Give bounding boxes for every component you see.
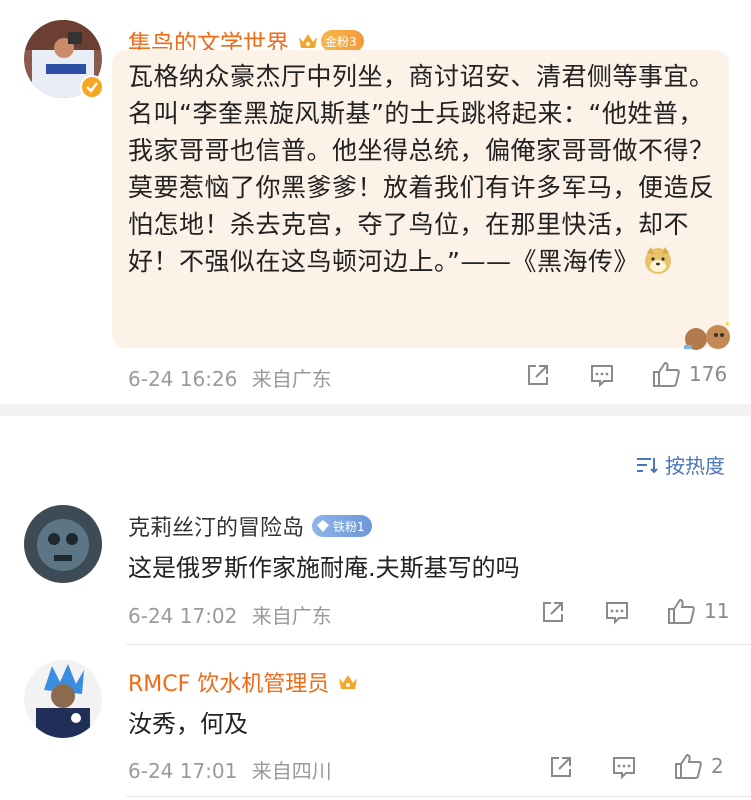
share-icon [543, 602, 563, 622]
thumbs-up-icon [668, 598, 695, 624]
commenter-avatar[interactable] [24, 505, 102, 583]
comment-time: 6-24 17:02 [128, 604, 238, 628]
comment-text: 汝秀，何及 [128, 710, 248, 738]
comment-icon [606, 602, 628, 625]
sort-by-heat-button[interactable]: 按热度 [635, 450, 725, 479]
diamond-icon [317, 520, 330, 532]
comment-share-button[interactable] [540, 599, 566, 625]
doge-emoji-icon [643, 245, 673, 275]
verified-icon [80, 75, 104, 99]
commenter-avatar[interactable] [24, 660, 102, 738]
comment-separator [126, 796, 751, 797]
post-source: 来自广东 [251, 367, 332, 391]
sort-icon [637, 457, 658, 473]
comment-meta: 6-24 17:02 来自广东 [128, 600, 332, 629]
comment-source: 来自四川 [251, 759, 332, 783]
comment-icon [613, 757, 635, 780]
thumbs-up-icon [653, 361, 680, 387]
comment-meta: 6-24 17:01 来自四川 [128, 755, 332, 784]
post-time: 6-24 16:26 [128, 367, 238, 391]
comment-text: 这是俄罗斯作家施耐庵.夫斯基写的吗 [128, 554, 520, 582]
comment-time: 6-24 17:01 [128, 759, 238, 783]
post-like-button[interactable]: 176 [651, 360, 727, 388]
post-like-count: 176 [689, 362, 728, 386]
post-meta: 6-24 16:26 来自广东 [128, 363, 332, 392]
comment-author-label: RMCF 饮水机管理员 [128, 672, 330, 697]
fan-badge-label: 铁粉1 [333, 519, 365, 534]
comment-like-count: 2 [711, 754, 724, 778]
comment-icon [591, 365, 613, 388]
post-share-button[interactable] [525, 362, 551, 388]
comment-like-button[interactable]: 2 [673, 752, 724, 780]
bear-sticker-icon [682, 315, 734, 355]
fan-badge: 金粉3 [321, 30, 364, 52]
section-divider [0, 404, 751, 416]
sort-label: 按热度 [665, 454, 725, 478]
fan-badge: 铁粉1 [312, 515, 372, 537]
comment-reply-button[interactable] [604, 599, 630, 625]
comment-author-name[interactable]: RMCF 饮水机管理员 [128, 666, 359, 698]
comment-like-button[interactable]: 11 [666, 597, 729, 625]
post-content: 瓦格纳众豪杰厅中列坐，商讨诏安、清君侧等事宜。 名叫“李奎黑旋风斯基”的士兵跳将… [128, 58, 718, 280]
avatar-image [24, 505, 102, 583]
fan-badge-label: 金粉3 [325, 34, 357, 49]
comment-like-count: 11 [704, 599, 730, 623]
comment-reply-button[interactable] [611, 754, 637, 780]
comment-share-button[interactable] [548, 754, 574, 780]
crown-icon [297, 31, 319, 51]
post-comment-button[interactable] [589, 362, 615, 388]
share-icon [551, 757, 571, 777]
crown-icon [337, 672, 359, 692]
comment-author-label: 克莉丝汀的冒险岛 [128, 516, 305, 541]
thumbs-up-icon [675, 753, 702, 779]
share-icon [528, 365, 548, 385]
comment-separator [126, 644, 751, 645]
comment-author-name[interactable]: 克莉丝汀的冒险岛 铁粉1 [128, 510, 372, 542]
avatar-image [24, 660, 102, 738]
comment-source: 来自广东 [251, 604, 332, 628]
post-text: 瓦格纳众豪杰厅中列坐，商讨诏安、清君侧等事宜。 名叫“李奎黑旋风斯基”的士兵跳将… [128, 62, 715, 276]
